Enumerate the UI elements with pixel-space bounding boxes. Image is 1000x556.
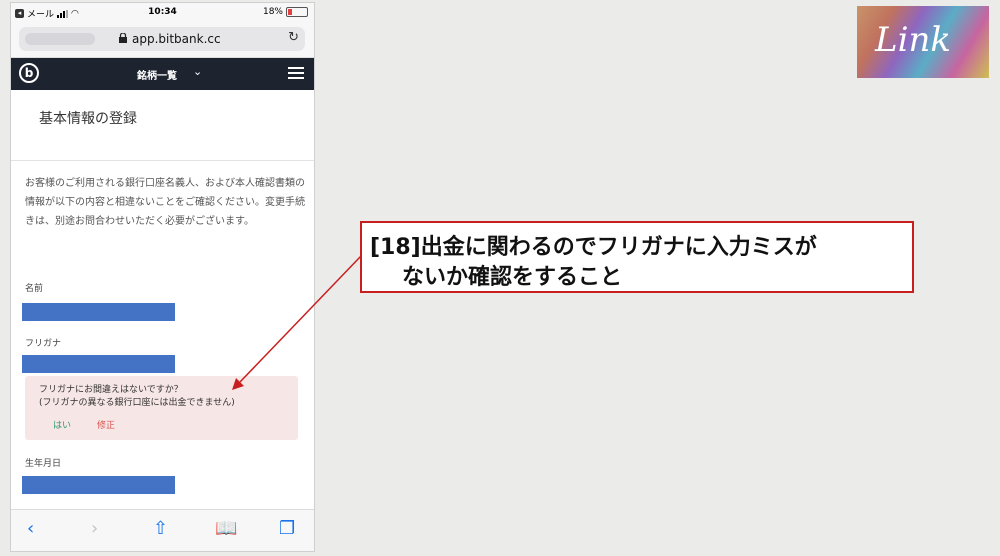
battery-percent: 18% [262, 7, 283, 17]
blurred-region [25, 33, 95, 45]
birthdate-label: 生年月日 [25, 459, 62, 469]
status-right: 18% [263, 7, 308, 17]
browser-url-bar: app.bitbank.cc ↻ [11, 23, 314, 58]
page-title: 基本情報の登録 [39, 111, 137, 127]
confirm-yes-button[interactable]: はい [53, 418, 71, 431]
furigana-value-redacted [22, 355, 175, 373]
address-field[interactable]: app.bitbank.cc ↻ [19, 27, 305, 51]
divider [11, 160, 314, 161]
page-content: 基本情報の登録 お客様のご利用される銀行口座名義人、および本人確認書類の情報が以… [11, 90, 314, 515]
furigana-label: フリガナ [25, 339, 62, 349]
name-label: 名前 [25, 284, 44, 294]
url-text: app.bitbank.cc [132, 32, 221, 46]
tabs-icon[interactable]: ❐ [279, 518, 295, 539]
chevron-down-icon[interactable]: ⌄ [193, 65, 202, 78]
forward-icon[interactable]: › [91, 518, 98, 539]
back-icon[interactable]: ‹ [27, 518, 34, 539]
site-navbar: b 銘柄一覧 ⌄ [11, 58, 314, 90]
birthdate-value-redacted [22, 476, 175, 494]
bitbank-logo[interactable]: b [19, 63, 39, 83]
bookmarks-icon[interactable]: 📖 [215, 518, 237, 539]
link-logo: Link [857, 6, 989, 78]
intro-text: お客様のご利用される銀行口座名義人、および本人確認書類の情報が以下の内容と相違な… [25, 178, 305, 227]
battery-icon [286, 7, 308, 17]
confirm-question: フリガナにお間違えはないですか？ (フリガナの異なる銀行口座には出金できません) [39, 385, 235, 408]
hamburger-icon[interactable] [288, 67, 304, 79]
confirm-fix-button[interactable]: 修正 [97, 418, 115, 431]
nav-title-market-list[interactable]: 銘柄一覧 [137, 67, 177, 82]
annotation-callout: [18]出金に関わるのでフリガナに入力ミスが ないか確認をすること [360, 221, 914, 293]
status-bar: ◂ メール ◠ 10:34 18% [11, 3, 314, 23]
callout-line-2: ないか確認をすること [402, 265, 623, 290]
name-value-redacted [22, 303, 175, 321]
reload-icon[interactable]: ↻ [288, 30, 299, 45]
lock-icon [119, 33, 127, 43]
logo-text: Link [875, 20, 951, 60]
share-icon[interactable]: ⇧ [153, 518, 168, 539]
phone-screen: ◂ メール ◠ 10:34 18% app.bitbank.cc ↻ b 銘柄一… [10, 2, 315, 552]
browser-toolbar: ‹ › ⇧ 📖 ❐ [11, 509, 314, 551]
callout-line-1: [18]出金に関わるのでフリガナに入力ミスが [370, 235, 817, 260]
furigana-confirm-box: フリガナにお間違えはないですか？ (フリガナの異なる銀行口座には出金できません)… [25, 376, 298, 440]
